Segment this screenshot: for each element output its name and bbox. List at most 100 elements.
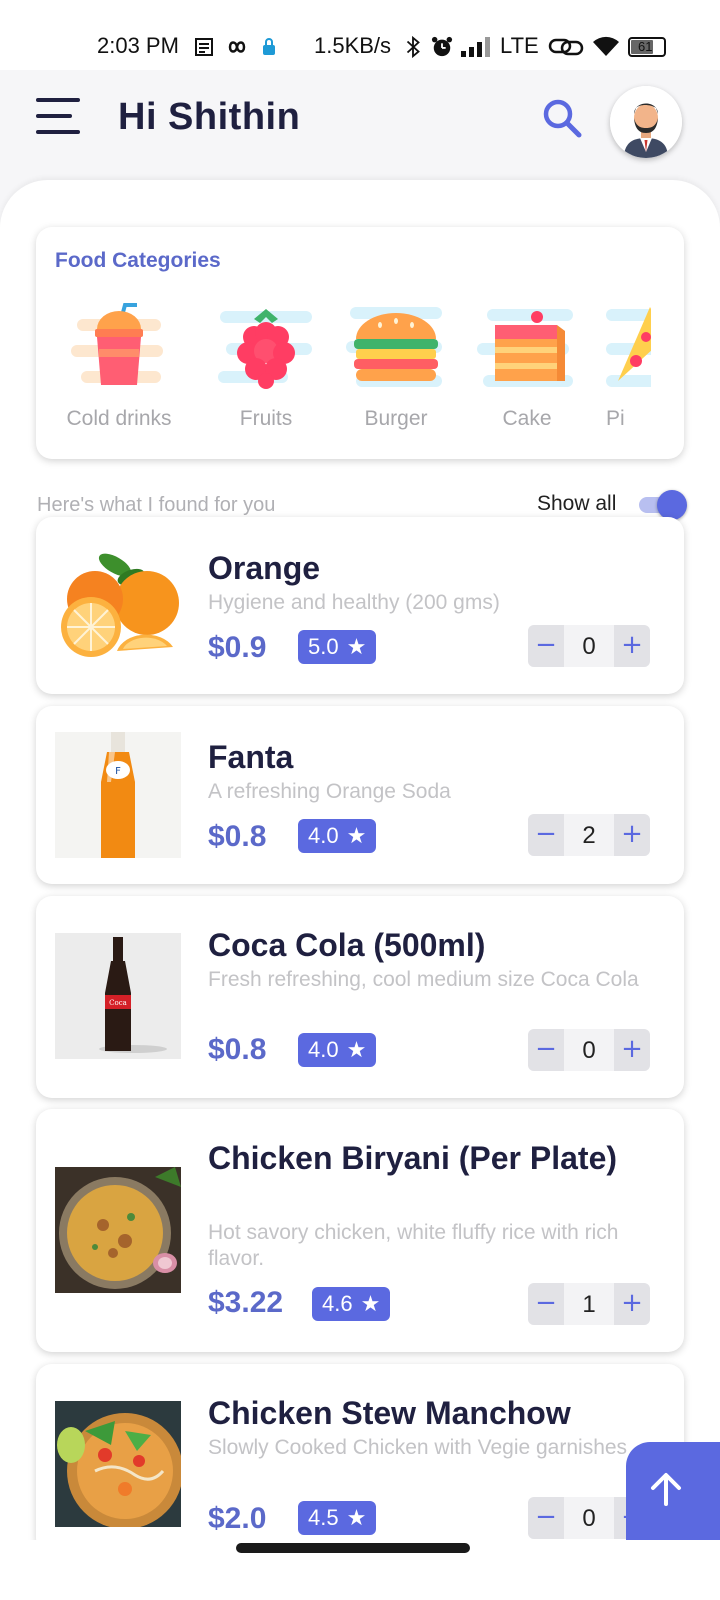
category-burger[interactable]: Burger xyxy=(336,297,456,447)
product-description: Hygiene and healthy (200 gms) xyxy=(208,591,500,614)
quantity-value: 2 xyxy=(582,822,596,849)
svg-text:F: F xyxy=(115,766,121,777)
increase-button[interactable]: + xyxy=(614,1283,650,1325)
category-label: Burger xyxy=(364,407,428,430)
category-fruits[interactable]: Fruits xyxy=(206,297,326,447)
biryani-product-image xyxy=(55,1167,181,1293)
category-label: Cake xyxy=(502,407,552,430)
signal-icon xyxy=(461,37,490,57)
rating-value: 4.0 xyxy=(308,1037,339,1062)
infinity-icon xyxy=(228,41,246,53)
categories-title: Food Categories xyxy=(55,249,221,272)
show-all-label: Show all xyxy=(537,492,617,515)
alarm-icon xyxy=(431,36,453,57)
rating-value: 4.6 xyxy=(322,1291,353,1316)
star-icon: ★ xyxy=(346,634,367,659)
rating-value: 4.5 xyxy=(308,1505,339,1530)
raspberry-icon xyxy=(218,309,312,389)
increase-button[interactable]: + xyxy=(614,625,650,667)
decrease-button[interactable]: − xyxy=(528,1497,564,1539)
product-description: Hot savory chicken, white fluffy rice wi… xyxy=(208,1221,619,1270)
star-icon: ★ xyxy=(346,1037,367,1062)
cold-drink-icon xyxy=(71,303,163,385)
rating-badge: 4.0 ★ xyxy=(298,1033,377,1067)
notes-icon xyxy=(195,38,213,56)
increase-button[interactable]: + xyxy=(614,814,650,856)
pizza-icon xyxy=(606,307,651,387)
scroll-to-top-button[interactable] xyxy=(626,1442,720,1540)
rating-badge: 5.0 ★ xyxy=(298,630,377,664)
category-label: Fruits xyxy=(239,407,293,430)
status-time: 2:03 PM xyxy=(97,33,179,58)
product-description: Fresh refreshing, cool medium size Coca … xyxy=(208,968,639,991)
svg-text:Coca: Coca xyxy=(109,999,127,1007)
quantity-stepper: − 1 + xyxy=(528,1283,650,1325)
increase-button[interactable]: + xyxy=(614,1029,650,1071)
home-indicator[interactable] xyxy=(236,1543,470,1553)
results-heading: Here's what I found for you xyxy=(37,494,276,516)
quantity-value: 0 xyxy=(582,633,596,660)
quantity-stepper: − 0 + xyxy=(528,625,650,667)
hamburger-menu-icon[interactable] xyxy=(36,98,84,138)
lock-icon xyxy=(263,38,275,55)
quantity-value: 1 xyxy=(582,1291,596,1318)
quantity-stepper: − 0 + xyxy=(528,1029,650,1071)
rating-badge: 4.5 ★ xyxy=(298,1501,377,1535)
search-icon[interactable] xyxy=(540,96,584,140)
bluetooth-icon xyxy=(406,36,420,58)
star-icon: ★ xyxy=(360,1291,381,1316)
network-speed: 1.5KB/s xyxy=(314,33,392,58)
rating-badge: 4.6 ★ xyxy=(312,1287,391,1321)
decrease-button[interactable]: − xyxy=(528,625,564,667)
star-icon: ★ xyxy=(346,823,367,848)
user-avatar[interactable] xyxy=(610,86,682,158)
greeting-title: Hi Shithin xyxy=(118,96,301,138)
product-card-coca-cola[interactable]: Coca Coca Cola (500ml) Fresh refreshing,… xyxy=(36,896,684,1098)
arrow-up-icon xyxy=(651,1473,681,1506)
quantity-value: 0 xyxy=(582,1505,596,1532)
burger-icon xyxy=(346,307,442,387)
link-icon xyxy=(548,38,584,56)
product-name: Coca Cola (500ml) xyxy=(208,927,486,963)
product-card-chicken-stew[interactable]: Chicken Stew Manchow Slowly Cooked Chick… xyxy=(36,1364,684,1554)
wifi-icon xyxy=(593,36,619,56)
app-header: Hi Shithin xyxy=(0,70,720,180)
fanta-product-image: F xyxy=(55,732,181,858)
category-cake[interactable]: Cake xyxy=(467,297,587,447)
quantity-value: 0 xyxy=(582,1037,596,1064)
decrease-button[interactable]: − xyxy=(528,1283,564,1325)
orange-product-image xyxy=(55,543,181,669)
category-label: Pi xyxy=(606,407,625,430)
category-label: Cold drinks xyxy=(66,407,172,430)
product-name: Orange xyxy=(208,550,321,586)
rating-value: 4.0 xyxy=(308,823,339,848)
product-price: $3.22 xyxy=(208,1286,284,1319)
product-price: $2.0 xyxy=(208,1502,267,1535)
product-description: A refreshing Orange Soda xyxy=(208,780,451,803)
rating-badge: 4.0 ★ xyxy=(298,819,377,853)
star-icon: ★ xyxy=(346,1505,367,1530)
coca-cola-product-image: Coca xyxy=(55,933,181,1059)
product-name: Chicken Stew Manchow xyxy=(208,1395,571,1431)
product-name: Chicken Biryani (Per Plate) xyxy=(208,1140,618,1176)
battery-icon: 61 xyxy=(628,37,666,57)
cake-icon xyxy=(477,309,573,387)
category-cold-drinks[interactable]: Cold drinks xyxy=(59,297,179,447)
product-name: Fanta xyxy=(208,739,294,775)
product-price: $0.9 xyxy=(208,631,267,664)
show-all-toggle[interactable] xyxy=(639,490,689,520)
category-pizza[interactable]: Pi xyxy=(581,297,651,447)
product-description: Slowly Cooked Chicken with Vegie garnish… xyxy=(208,1436,628,1459)
product-card-chicken-biryani[interactable]: Chicken Biryani (Per Plate) Hot savory c… xyxy=(36,1109,684,1352)
product-price: $0.8 xyxy=(208,1033,267,1066)
status-bar: 2:03 PM 1.5KB/s LTE 61 xyxy=(0,0,720,70)
rating-value: 5.0 xyxy=(308,634,339,659)
decrease-button[interactable]: − xyxy=(528,1029,564,1071)
product-card-fanta[interactable]: F Fanta A refreshing Orange Soda $0.8 4.… xyxy=(36,706,684,884)
decrease-button[interactable]: − xyxy=(528,814,564,856)
toggle-thumb xyxy=(657,490,687,520)
food-categories-card: Food Categories Cold drinks Fruits Burge… xyxy=(36,227,684,459)
network-type: LTE xyxy=(500,33,539,58)
product-card-orange[interactable]: Orange Hygiene and healthy (200 gms) $0.… xyxy=(36,517,684,694)
avatar-icon xyxy=(610,86,682,158)
